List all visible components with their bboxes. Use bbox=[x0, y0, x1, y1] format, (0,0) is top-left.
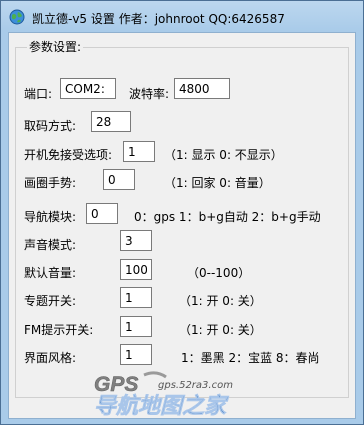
logo-site: gps.52ra3.com bbox=[158, 380, 233, 391]
window-title: 凯立德-v5 设置 作者：johnroot QQ:6426587 bbox=[32, 12, 285, 26]
topic-switch-input[interactable] bbox=[120, 287, 152, 308]
logo-graphic: GPS gps.52ra3.com 导航地图之家 bbox=[94, 371, 233, 418]
sound-mode-input[interactable] bbox=[120, 230, 152, 251]
boot-skip-hint: （1: 显示 0: 不显示） bbox=[164, 148, 283, 162]
fm-prompt-hint: （1: 开 0: 关） bbox=[179, 323, 262, 337]
sound-mode-label: 声音模式: bbox=[24, 238, 77, 252]
ui-style-hint: 1：墨黑 2：宝蓝 8：春尚 bbox=[181, 351, 320, 365]
ui-style-input[interactable] bbox=[120, 344, 152, 365]
logo-slogan: 导航地图之家 bbox=[94, 393, 229, 417]
baud-label: 波特率: bbox=[129, 87, 170, 101]
default-volume-hint: （0--100） bbox=[187, 266, 251, 280]
fm-prompt-label: FM提示开关: bbox=[24, 323, 94, 337]
logo-brand: GPS bbox=[94, 373, 138, 396]
topic-switch-label: 专题开关: bbox=[24, 294, 77, 308]
settings-window: 凯立德-v5 设置 作者：johnroot QQ:6426587 参数设置: 端… bbox=[0, 0, 364, 425]
port-input[interactable] bbox=[60, 78, 116, 99]
globe-icon bbox=[9, 9, 25, 25]
ui-style-label: 界面风格: bbox=[24, 351, 77, 365]
nav-module-input[interactable] bbox=[86, 203, 118, 224]
default-volume-label: 默认音量: bbox=[24, 266, 77, 280]
baud-input[interactable] bbox=[174, 78, 230, 99]
code-mode-input[interactable] bbox=[91, 111, 131, 132]
boot-skip-input[interactable] bbox=[123, 141, 155, 162]
port-label: 端口: bbox=[24, 87, 53, 101]
code-mode-label: 取码方式: bbox=[24, 119, 77, 133]
boot-skip-label: 开机免接受选项: bbox=[24, 148, 113, 162]
nav-module-label: 导航模块: bbox=[24, 210, 77, 224]
default-volume-input[interactable] bbox=[120, 259, 152, 280]
group-title: 参数设置: bbox=[27, 38, 84, 55]
site-logo: GPS gps.52ra3.com 导航地图之家 bbox=[92, 371, 282, 418]
topic-switch-hint: （1: 开 0: 关） bbox=[179, 294, 262, 308]
client-area: 参数设置: 端口: 波特率: 取码方式: 开机免接受选项: （1: 显示 0: … bbox=[8, 32, 356, 419]
circle-gesture-hint: （1: 回家 0: 音量） bbox=[164, 176, 271, 190]
fm-prompt-input[interactable] bbox=[120, 316, 152, 337]
circle-gesture-label: 画圈手势: bbox=[24, 176, 77, 190]
circle-gesture-input[interactable] bbox=[103, 169, 135, 190]
title-bar[interactable]: 凯立德-v5 设置 作者：johnroot QQ:6426587 bbox=[1, 1, 363, 32]
nav-module-hint: 0：gps 1：b+g自动 2：b+g手动 bbox=[134, 210, 321, 224]
